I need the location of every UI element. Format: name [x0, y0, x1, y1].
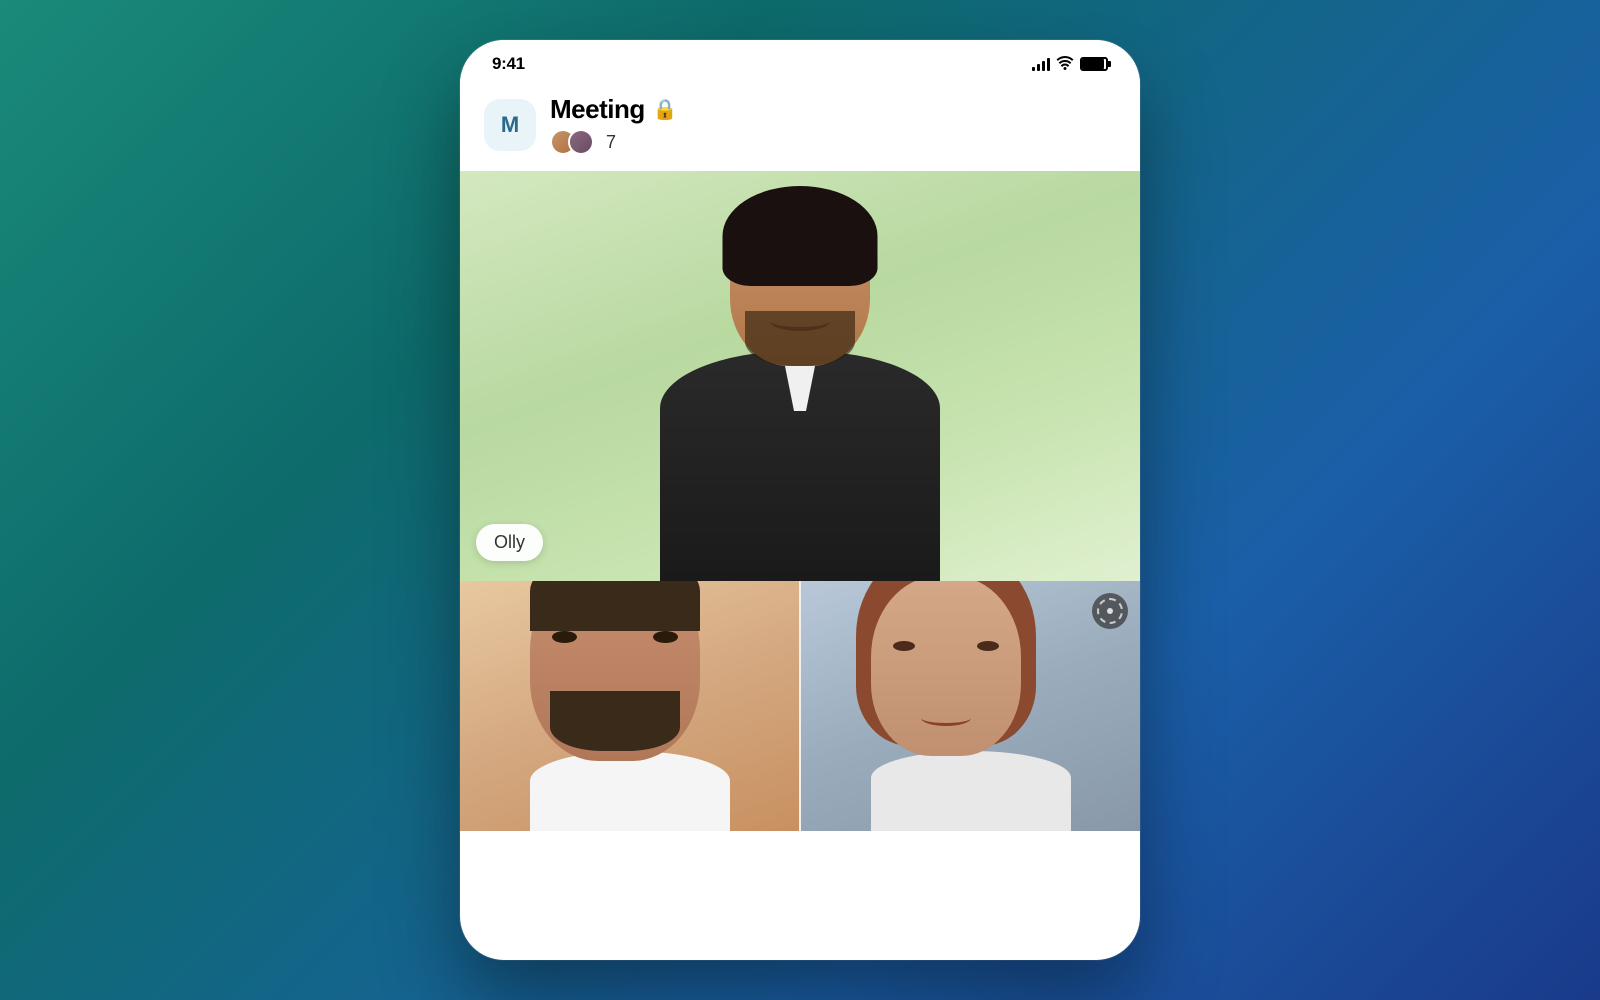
- person-3-body-group: [871, 581, 1071, 831]
- meeting-title: Meeting: [550, 94, 645, 125]
- person-3-torso: [871, 751, 1071, 831]
- person3-mouth: [921, 710, 971, 726]
- status-icons: [1032, 56, 1108, 73]
- options-button[interactable]: [1092, 593, 1128, 629]
- meeting-header: M Meeting 🔒 7: [460, 82, 1140, 171]
- meeting-title-row: M Meeting 🔒 7: [484, 94, 1116, 155]
- person-2-figure: [460, 581, 799, 831]
- meeting-title-content: Meeting 🔒 7: [550, 94, 678, 155]
- person-3-head: [871, 581, 1021, 756]
- speaker-name: Olly: [494, 532, 525, 552]
- options-dots-ring: [1097, 598, 1123, 624]
- person3-eye-right: [977, 641, 999, 651]
- speaker-name-badge: Olly: [476, 524, 543, 561]
- signal-bar-2: [1037, 64, 1040, 71]
- meeting-avatar-letter: M: [501, 112, 519, 138]
- hair-shape: [723, 186, 878, 286]
- participants-row: 7: [550, 129, 678, 155]
- body-shape: [660, 351, 940, 581]
- person-2-beard: [550, 691, 680, 751]
- beard: [745, 311, 855, 366]
- signal-bar-1: [1032, 67, 1035, 71]
- person2-eye-right: [653, 631, 678, 643]
- person-2-body-group: [530, 581, 730, 831]
- person-3-figure: [801, 581, 1140, 831]
- person-2-torso: [530, 751, 730, 831]
- meeting-title-line: Meeting 🔒: [550, 94, 678, 125]
- avatar-face-2: [570, 131, 592, 153]
- battery-fill: [1082, 59, 1104, 69]
- signal-bar-4: [1047, 58, 1050, 71]
- person-2-head: [530, 581, 700, 761]
- person2-eye-left: [552, 631, 577, 643]
- status-bar: 9:41: [460, 40, 1140, 82]
- lock-icon: 🔒: [653, 97, 678, 122]
- battery-icon: [1080, 57, 1108, 71]
- phone-frame: 9:41 M Meet: [460, 40, 1140, 960]
- meeting-avatar: M: [484, 99, 536, 151]
- main-video[interactable]: Olly: [460, 171, 1140, 581]
- status-time: 9:41: [492, 54, 525, 74]
- wifi-icon: [1056, 56, 1074, 73]
- signal-icon: [1032, 57, 1050, 71]
- person3-eye-left: [893, 641, 915, 651]
- signal-bar-3: [1042, 61, 1045, 71]
- participant-avatars: [550, 129, 586, 155]
- person-2-hair: [530, 581, 700, 631]
- participant-avatar-2: [568, 129, 594, 155]
- main-speaker-figure: [640, 186, 960, 581]
- participant-count: 7: [606, 132, 616, 153]
- video-tile-1[interactable]: [460, 581, 799, 831]
- bottom-video-strip: [460, 581, 1140, 831]
- video-tile-2[interactable]: [801, 581, 1140, 831]
- options-center-dot: [1107, 608, 1113, 614]
